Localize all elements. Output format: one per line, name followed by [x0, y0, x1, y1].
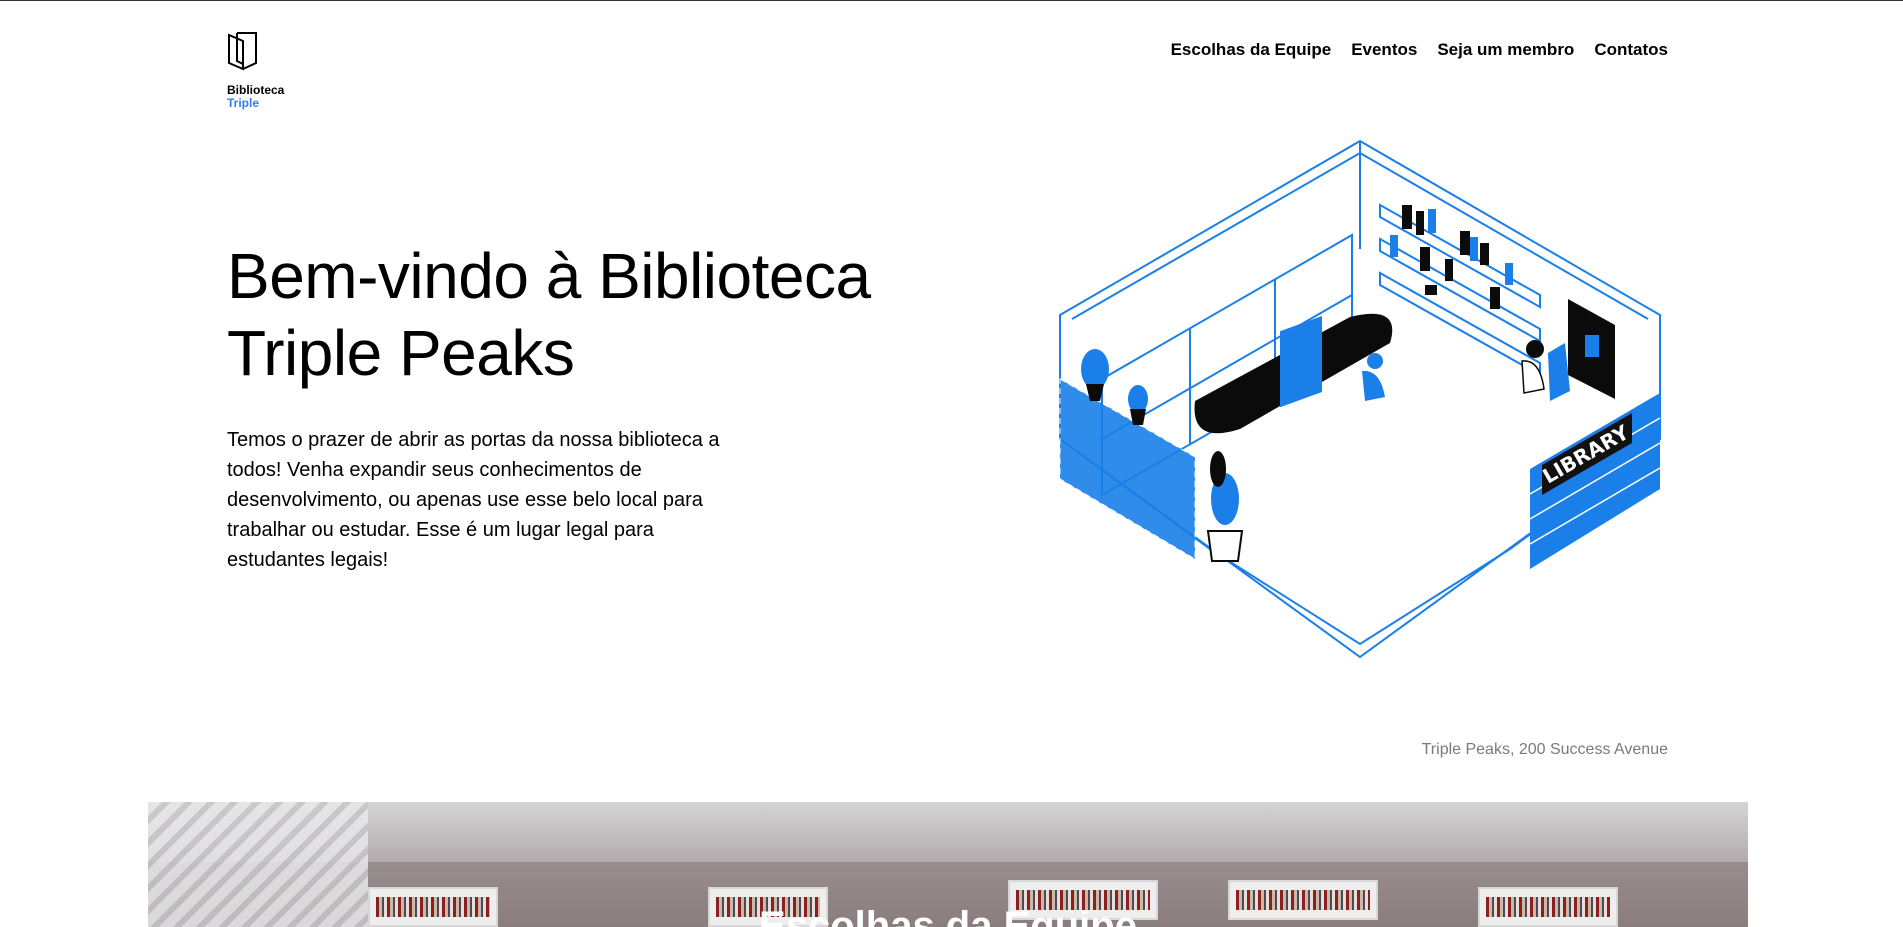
- hero-title: Bem-vindo à Biblioteca Triple Peaks: [227, 240, 871, 389]
- nav-link-eventos[interactable]: Eventos: [1351, 40, 1417, 60]
- nav-link-membro[interactable]: Seja um membro: [1437, 40, 1574, 60]
- banner-title: Escolhas da Equipe: [759, 904, 1137, 927]
- hero-description: Temos o prazer de abrir as portas da nos…: [227, 429, 720, 571]
- nav-link-escolhas[interactable]: Escolhas da Equipe: [1171, 40, 1332, 60]
- nav-link-contatos[interactable]: Contatos: [1594, 40, 1668, 60]
- banner-ceiling: [148, 802, 1748, 862]
- site-logo[interactable]: Biblioteca Triple: [227, 31, 307, 110]
- logo-line-2: Triple: [227, 96, 260, 110]
- logo-text: Biblioteca Triple: [227, 84, 284, 110]
- library-illustration: LIBRARY: [1059, 139, 1661, 659]
- book-logo-icon: [228, 32, 257, 71]
- main-nav: Escolhas da Equipe Eventos Seja um membr…: [1171, 40, 1668, 60]
- address-text: Triple Peaks, 200 Success Avenue: [1421, 741, 1668, 758]
- site-header: Biblioteca Triple Escolhas da Equipe Eve…: [227, 31, 1668, 116]
- team-picks-banner: Escolhas da Equipe: [148, 802, 1748, 927]
